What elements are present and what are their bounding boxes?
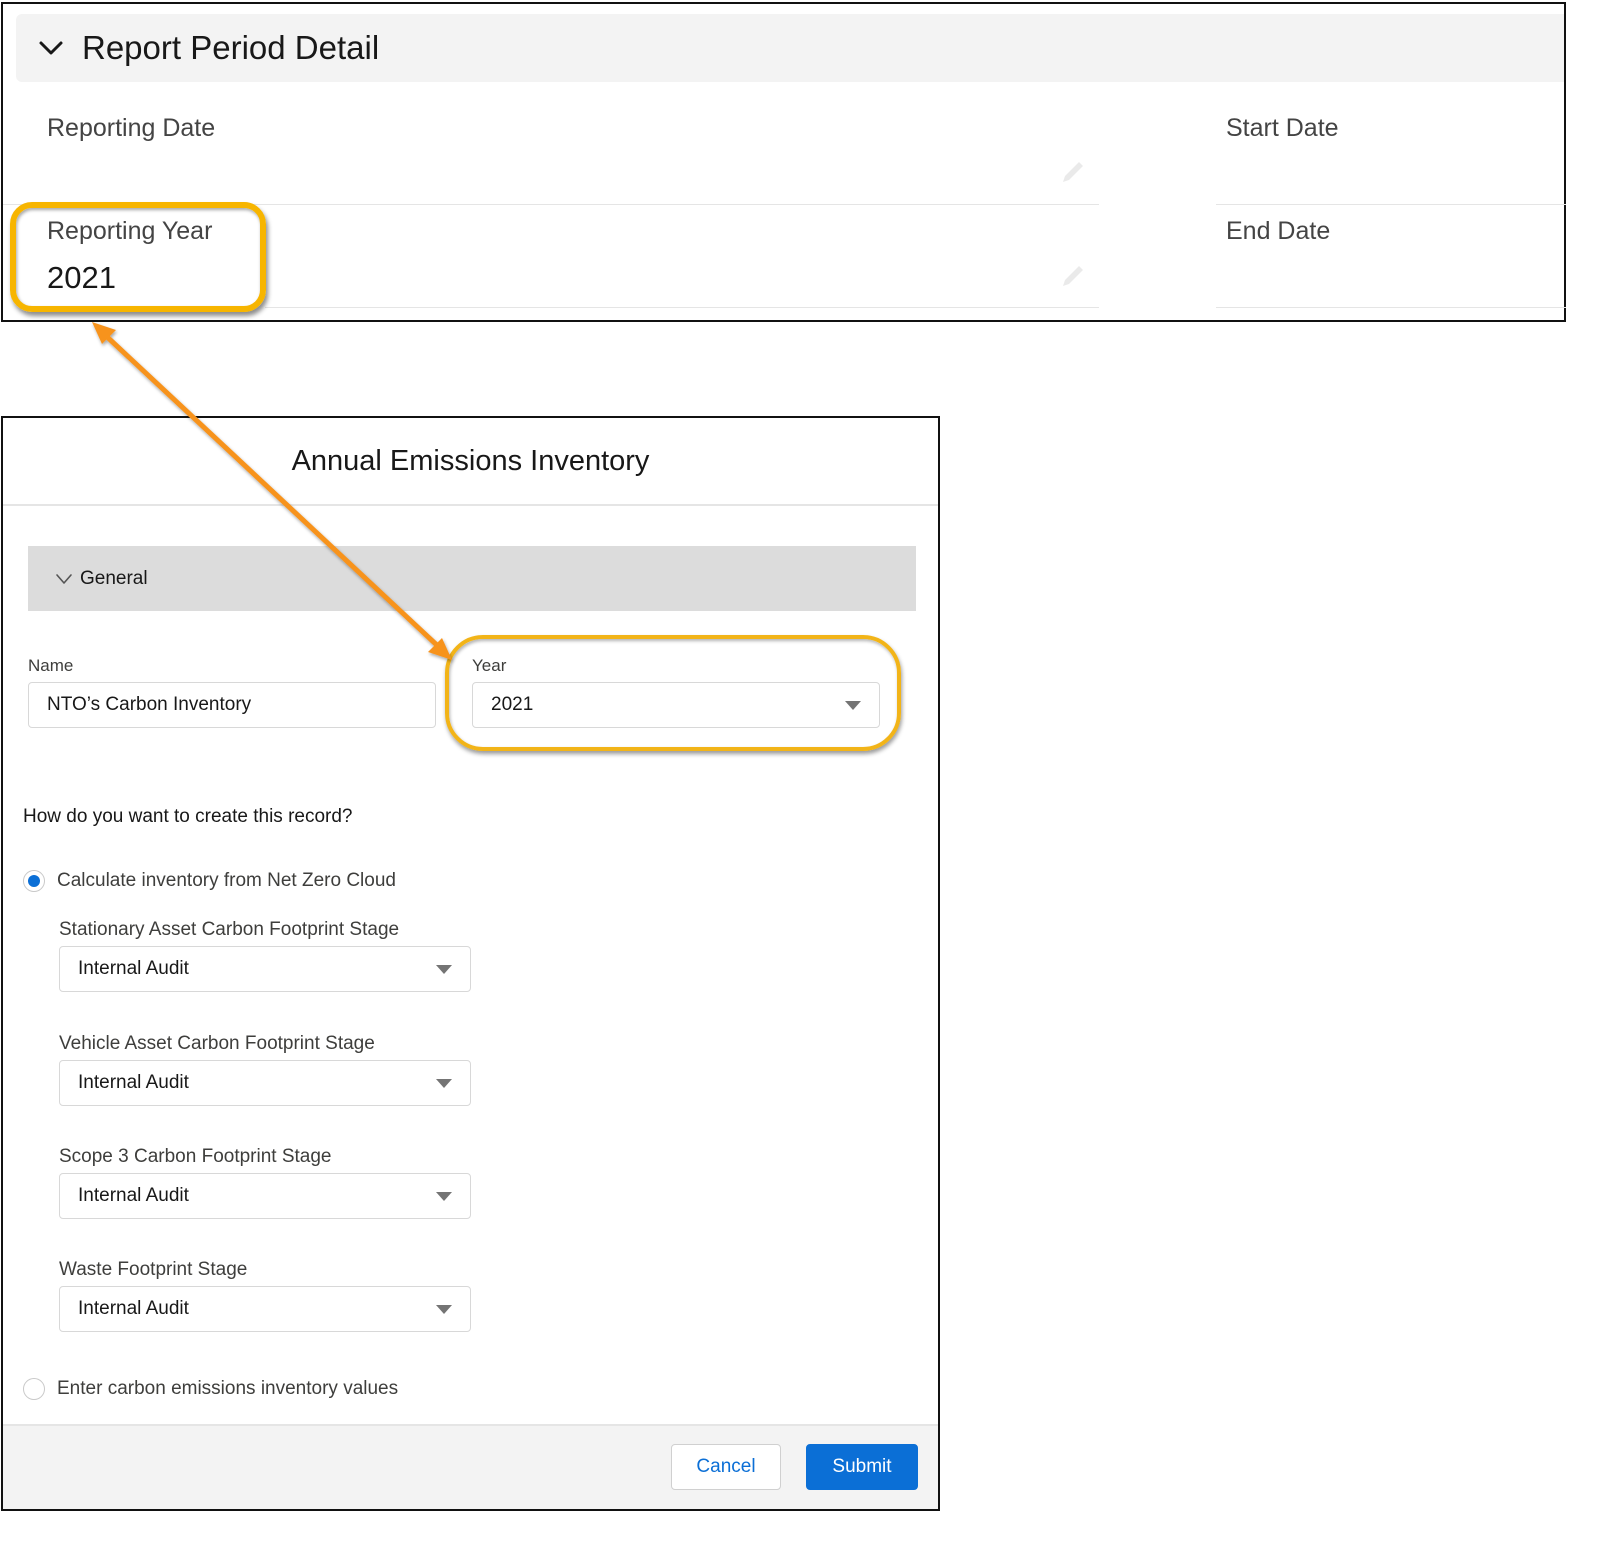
caret-down-icon bbox=[845, 700, 861, 710]
select-value: Internal Audit bbox=[78, 1298, 189, 1319]
field-reporting-date: Reporting Date bbox=[47, 114, 215, 157]
scope3-stage-select[interactable]: Internal Audit bbox=[59, 1173, 471, 1219]
section-header-general[interactable]: General bbox=[28, 546, 916, 611]
section-header-report-period-detail[interactable]: Report Period Detail bbox=[16, 14, 1564, 82]
field-label: Reporting Year bbox=[47, 217, 213, 245]
field-reporting-year: Reporting Year 2021 bbox=[47, 217, 212, 296]
option-enter-values[interactable]: Enter carbon emissions inventory values bbox=[23, 1378, 398, 1400]
chevron-down-icon bbox=[56, 573, 72, 584]
field-label: Reporting Date bbox=[47, 114, 216, 142]
annual-emissions-inventory-dialog: Annual Emissions Inventory General Name … bbox=[1, 416, 940, 1511]
name-input-value: NTO’s Carbon Inventory bbox=[47, 694, 252, 715]
name-label: Name bbox=[28, 656, 74, 675]
stage-label-waste: Waste Footprint Stage bbox=[59, 1259, 248, 1280]
pencil-edit-icon[interactable] bbox=[1055, 260, 1089, 294]
radio-button-unselected[interactable] bbox=[23, 1378, 45, 1400]
caret-down-icon bbox=[436, 964, 452, 974]
name-input[interactable]: NTO’s Carbon Inventory bbox=[28, 682, 436, 728]
stage-label-vehicle: Vehicle Asset Carbon Footprint Stage bbox=[59, 1033, 375, 1054]
field-divider bbox=[265, 307, 1099, 308]
stage-label-stationary: Stationary Asset Carbon Footprint Stage bbox=[59, 919, 400, 940]
field-label: Start Date bbox=[1226, 114, 1339, 142]
year-label: Year bbox=[472, 656, 507, 675]
select-value: Internal Audit bbox=[78, 1185, 189, 1206]
radio-button-selected[interactable] bbox=[23, 870, 45, 892]
report-period-detail-panel: Report Period Detail Reporting Date Star… bbox=[1, 2, 1566, 322]
radio-dot bbox=[28, 875, 40, 887]
option-label: Calculate inventory from Net Zero Cloud bbox=[57, 870, 396, 891]
option-label: Enter carbon emissions inventory values bbox=[57, 1378, 399, 1399]
section-label: General bbox=[80, 567, 148, 589]
arrow-head-up bbox=[92, 322, 116, 344]
dialog-footer: Cancel Submit bbox=[3, 1424, 938, 1509]
field-divider bbox=[1216, 307, 1566, 308]
create-method-question: How do you want to create this record? bbox=[23, 806, 353, 827]
caret-down-icon bbox=[436, 1078, 452, 1088]
field-divider bbox=[3, 204, 1099, 205]
year-select-value: 2021 bbox=[491, 694, 534, 715]
field-label: End Date bbox=[1226, 217, 1331, 245]
stationary-stage-select[interactable]: Internal Audit bbox=[59, 946, 471, 992]
field-divider bbox=[1216, 204, 1566, 205]
submit-button[interactable]: Submit bbox=[806, 1444, 918, 1490]
stage-label-scope3: Scope 3 Carbon Footprint Stage bbox=[59, 1146, 332, 1167]
chevron-down-icon bbox=[39, 41, 63, 55]
select-value: Internal Audit bbox=[78, 1072, 189, 1093]
caret-down-icon bbox=[436, 1304, 452, 1314]
section-title: Report Period Detail bbox=[82, 29, 380, 66]
option-calculate-from-net-zero-cloud[interactable]: Calculate inventory from Net Zero Cloud bbox=[23, 870, 396, 892]
field-start-date: Start Date bbox=[1226, 114, 1339, 157]
caret-down-icon bbox=[436, 1191, 452, 1201]
pencil-edit-icon[interactable] bbox=[1055, 156, 1089, 190]
dialog-title: Annual Emissions Inventory bbox=[3, 418, 938, 506]
field-value: 2021 bbox=[47, 260, 116, 295]
select-value: Internal Audit bbox=[78, 958, 189, 979]
cancel-button[interactable]: Cancel bbox=[671, 1444, 781, 1490]
year-select[interactable]: 2021 bbox=[472, 682, 880, 728]
vehicle-stage-select[interactable]: Internal Audit bbox=[59, 1060, 471, 1106]
field-end-date: End Date bbox=[1226, 217, 1330, 260]
waste-stage-select[interactable]: Internal Audit bbox=[59, 1286, 471, 1332]
